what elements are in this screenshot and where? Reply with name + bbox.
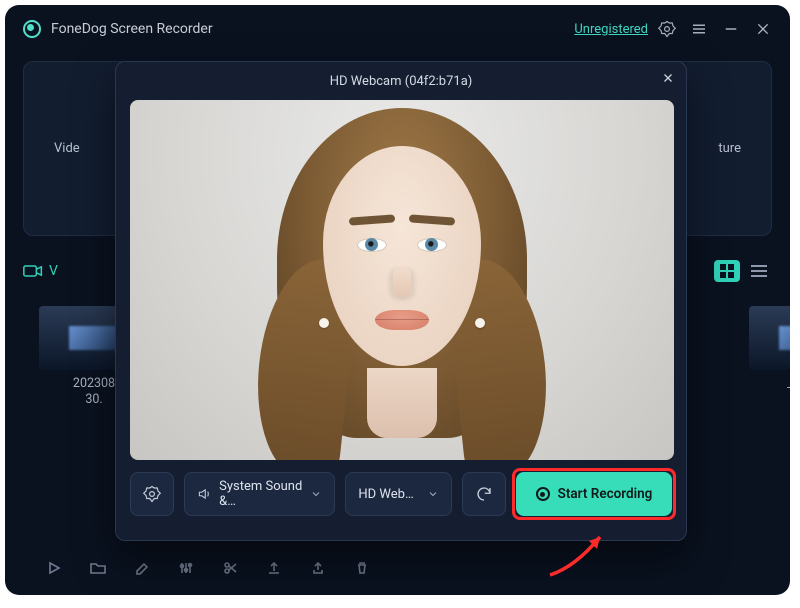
upload-icon[interactable] xyxy=(265,559,283,577)
share-icon[interactable] xyxy=(309,559,327,577)
start-recording-button[interactable]: Start Recording xyxy=(516,472,672,516)
grid-icon[interactable] xyxy=(714,260,740,282)
webcam-preview xyxy=(130,100,674,460)
window-controls xyxy=(658,20,772,38)
tab-label: V xyxy=(49,263,58,279)
list-icon[interactable] xyxy=(746,260,772,282)
app-title: FoneDog Screen Recorder xyxy=(51,21,574,37)
settings-button[interactable] xyxy=(130,472,174,516)
edit-icon[interactable] xyxy=(133,559,151,577)
unregistered-link[interactable]: Unregistered xyxy=(574,22,648,37)
modal-header: HD Webcam (04f2:b71a) xyxy=(116,62,686,100)
speaker-icon xyxy=(197,486,211,502)
mode-label-left: Vide xyxy=(54,141,80,156)
titlebar: FoneDog Screen Recorder Unregistered xyxy=(5,5,790,53)
refresh-button[interactable] xyxy=(462,472,506,516)
webcam-modal: HD Webcam (04f2:b71a) xyxy=(115,61,687,541)
face-icon xyxy=(277,108,527,438)
gear-icon[interactable] xyxy=(658,20,676,38)
record-icon xyxy=(536,487,550,501)
tab-video[interactable]: V xyxy=(23,263,58,279)
folder-icon[interactable] xyxy=(89,559,107,577)
view-controls xyxy=(714,260,772,282)
start-recording-wrapper: Start Recording xyxy=(516,472,672,516)
list-item[interactable]: _0557 4 xyxy=(749,306,790,474)
close-icon[interactable] xyxy=(662,72,674,84)
close-icon[interactable] xyxy=(754,20,772,38)
start-recording-label: Start Recording xyxy=(558,486,653,502)
thumbnail-caption: _0557 4 xyxy=(787,376,790,409)
play-icon[interactable] xyxy=(45,559,63,577)
audio-source-label: System Sound &… xyxy=(219,479,310,509)
menu-icon[interactable] xyxy=(690,20,708,38)
camera-icon xyxy=(23,263,43,279)
mode-label-right: ture xyxy=(718,141,741,156)
thumbnail-caption: 202308 30. xyxy=(73,376,115,409)
thumbnail-icon xyxy=(749,306,790,370)
bottom-toolbar xyxy=(45,559,371,577)
chevron-down-icon xyxy=(310,488,322,500)
modal-controls: System Sound &… HD Web… xyxy=(116,460,686,528)
modal-title: HD Webcam (04f2:b71a) xyxy=(330,74,473,89)
audio-source-select[interactable]: System Sound &… xyxy=(184,472,335,516)
trash-icon[interactable] xyxy=(353,559,371,577)
scissors-icon[interactable] xyxy=(221,559,239,577)
eq-icon[interactable] xyxy=(177,559,195,577)
refresh-icon xyxy=(475,485,493,503)
chevron-down-icon xyxy=(427,488,439,500)
camera-select[interactable]: HD Web… xyxy=(345,472,452,516)
minimize-icon[interactable] xyxy=(722,20,740,38)
gear-icon xyxy=(143,485,161,503)
app-logo-icon xyxy=(23,20,41,38)
camera-select-label: HD Web… xyxy=(358,487,413,502)
app-window: FoneDog Screen Recorder Unregistered Vid… xyxy=(5,5,790,595)
